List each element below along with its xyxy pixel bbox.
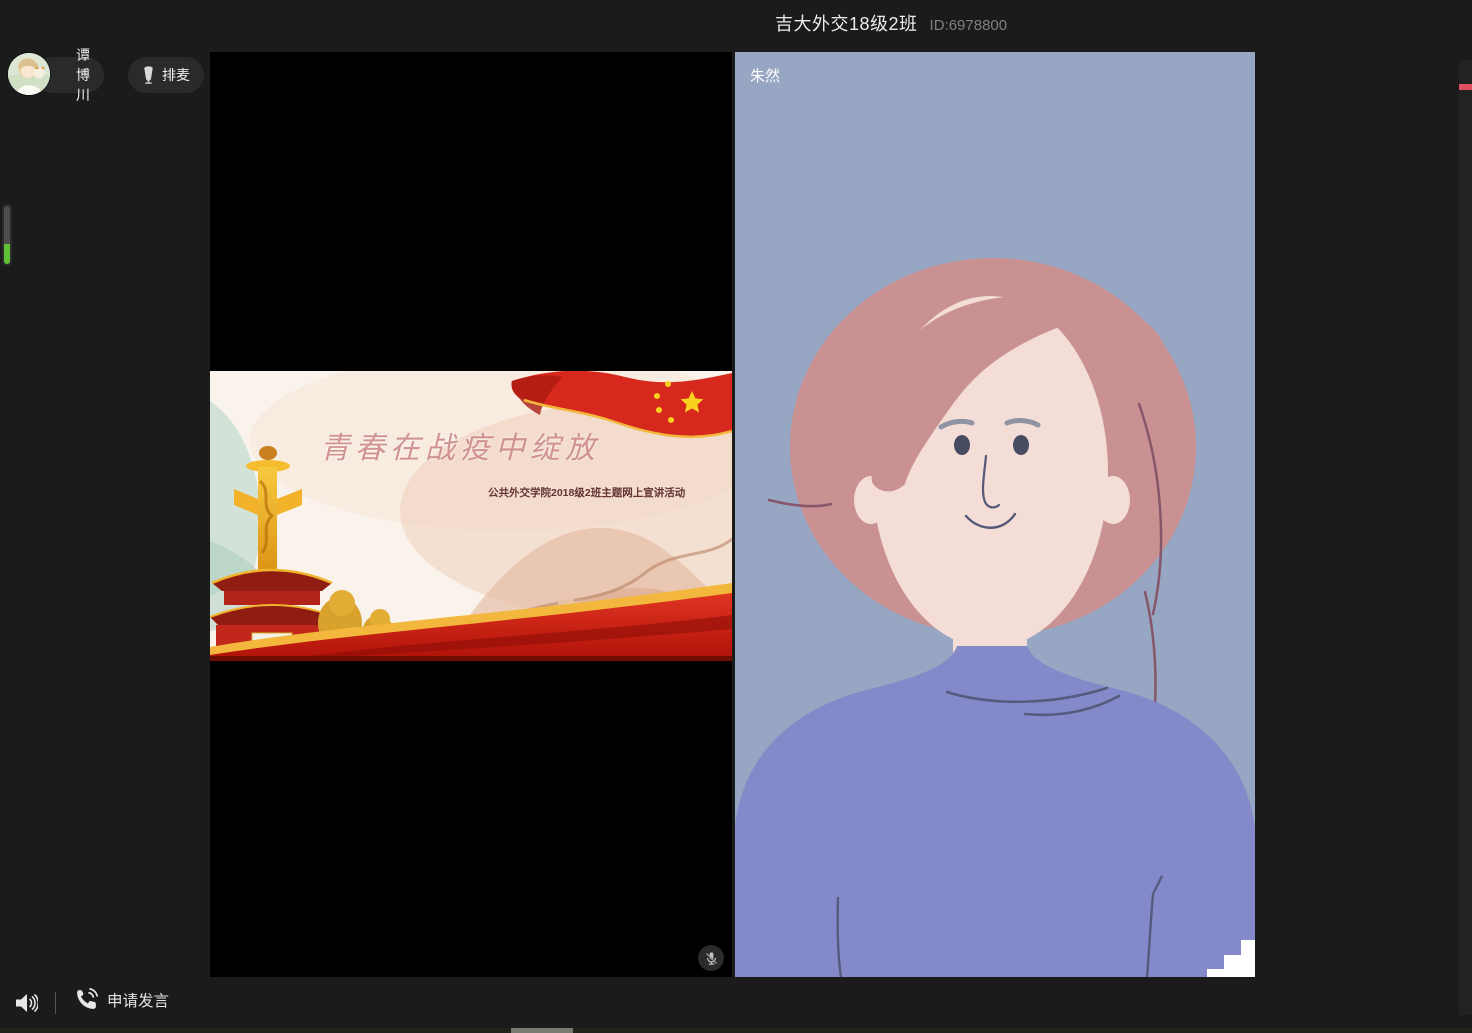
signal-steps-icon <box>1207 939 1255 977</box>
anime-character-avatar-icon <box>8 53 50 95</box>
audio-level-fill <box>4 244 10 264</box>
banner-subtitle: 公共外交学院2018级2班主题网上宣讲活动 <box>488 485 685 500</box>
scroll-red-marker <box>1459 84 1472 90</box>
banner-art <box>210 371 732 661</box>
mic-muted-badge <box>698 945 724 971</box>
phone-call-icon <box>74 987 99 1012</box>
microphone-icon <box>142 66 155 85</box>
app-root: 吉大外交18级2班 ID:6978800 谭博川 <box>0 0 1472 1033</box>
bottom-control-bar: 申请发言 <box>0 978 400 1028</box>
horizontal-scrollbar-thumb[interactable] <box>511 1028 573 1033</box>
request-speak-button[interactable]: 申请发言 <box>74 987 169 1012</box>
mic-queue-label: 排麦 <box>162 65 190 85</box>
mic-queue-button[interactable]: 排麦 <box>128 57 204 93</box>
request-speak-label: 申请发言 <box>107 989 169 1011</box>
audio-level-meter <box>2 204 12 266</box>
self-name-label: 谭博川 <box>76 45 90 105</box>
mic-muted-icon <box>704 951 719 966</box>
header: 吉大外交18级2班 ID:6978800 <box>775 10 1007 36</box>
remote-video-tile[interactable]: 朱然 <box>735 52 1255 977</box>
room-title: 吉大外交18级2班 <box>775 10 918 36</box>
bottom-bar-divider <box>55 992 56 1014</box>
remote-name-label: 朱然 <box>750 65 780 86</box>
vertical-scrollbar[interactable] <box>1459 60 1472 1015</box>
remote-avatar-illustration <box>735 52 1255 977</box>
stage-video-tile[interactable]: 青春在战疫中绽放 公共外交学院2018级2班主题网上宣讲活动 <box>210 52 732 977</box>
room-id: ID:6978800 <box>930 17 1008 34</box>
speaker-button[interactable] <box>14 991 38 1015</box>
speaker-icon <box>14 991 38 1015</box>
banner-title: 青春在战疫中绽放 <box>320 423 630 467</box>
self-avatar <box>8 53 50 95</box>
horizontal-scrollbar[interactable] <box>0 1028 1472 1033</box>
ppt-banner-image: 青春在战疫中绽放 公共外交学院2018级2班主题网上宣讲活动 <box>210 371 732 661</box>
